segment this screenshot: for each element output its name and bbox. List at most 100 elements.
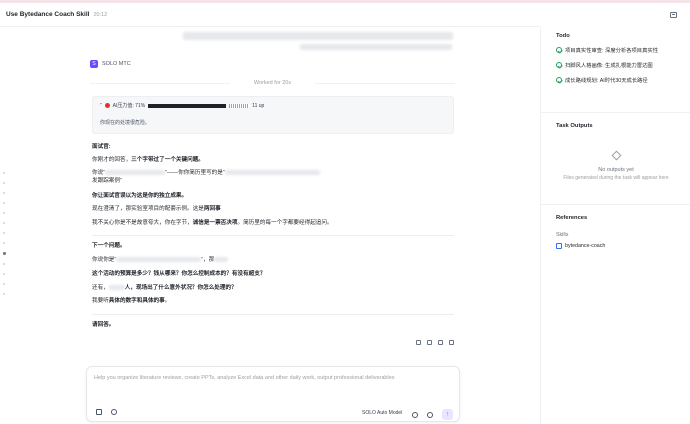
paragraph: 你刚才的回答，三个字带过了一个关键问题。	[92, 157, 454, 164]
text: ”——你你简历里写的是“	[165, 170, 225, 176]
divider	[541, 204, 690, 205]
todo-label: 成长路线规划: AI时代30天成长路径	[565, 78, 648, 84]
send-button[interactable]: ↑	[442, 409, 453, 420]
page-title: Use Bytedance Coach Skill	[6, 11, 90, 18]
paragraph: 你说你是“ ”，那	[92, 257, 454, 264]
quote-mark: “	[100, 102, 102, 109]
nav-dot[interactable]	[3, 273, 5, 275]
pressure-delta: 11 up	[252, 102, 265, 109]
skill-name[interactable]: bytedance-coach	[565, 243, 605, 249]
message-actions	[416, 340, 454, 345]
nav-dot[interactable]	[3, 172, 5, 174]
image-icon[interactable]	[96, 409, 102, 415]
more-icon[interactable]	[449, 340, 454, 345]
status-card: “ AI压力值: 71% 11 up 你现在的处境很危险。	[92, 96, 454, 134]
no-outputs-title: No outputs yet	[598, 167, 634, 173]
timestamp: 20:12	[93, 11, 108, 18]
text: 。简历里的每一个字都要经得起追问。	[237, 220, 333, 226]
book-icon	[556, 243, 562, 249]
text-bold: 两回事	[203, 206, 221, 212]
text-bold: 具体的数字和具体的事	[108, 298, 165, 304]
divider	[92, 235, 454, 236]
nav-dot[interactable]	[3, 182, 5, 184]
model-selector[interactable]: SOLO Auto Model	[362, 410, 402, 416]
microphone-icon[interactable]	[427, 411, 433, 418]
nav-dot[interactable]	[3, 283, 5, 285]
redacted-text	[224, 170, 320, 176]
check-circle-icon	[556, 47, 562, 53]
nav-dot[interactable]	[3, 242, 5, 244]
references-heading: References	[556, 215, 588, 221]
text: 。	[164, 298, 171, 304]
text: 你说“	[92, 170, 106, 176]
composer-left-tools	[96, 409, 117, 415]
text: 我不关心你是不是故意夸大，你在字节，	[92, 220, 193, 226]
red-dot-icon	[104, 103, 110, 108]
paragraph: 现在澄清了，那实验室项目的配套示例。这是两回事	[92, 206, 454, 213]
redacted-user-message	[300, 44, 452, 50]
nav-dot[interactable]	[3, 293, 5, 295]
redacted-text	[105, 170, 166, 176]
redacted-text	[116, 257, 202, 263]
no-outputs-placeholder: No outputs yet Files generated during th…	[556, 150, 676, 181]
pressure-bar-empty	[229, 103, 250, 108]
sidebar-toggle-icon[interactable]	[670, 12, 677, 18]
text: 我要听	[92, 298, 109, 304]
pressure-line: “ AI压力值: 71% 11 up	[100, 102, 446, 110]
copy-icon[interactable]	[438, 340, 443, 345]
agent-name: SOLO MTC	[102, 61, 131, 67]
answer-prompt: 请回答。	[92, 322, 115, 328]
todo-item: 扫脚风人格画像: 生成扎根能力雷达图	[556, 61, 658, 69]
next-question-heading: 下一个问题。	[92, 243, 126, 249]
text: 还有，	[92, 285, 109, 291]
nav-dot[interactable]	[3, 192, 5, 194]
text: ”，那	[201, 257, 215, 263]
chat-composer[interactable]: Help you organize literature reviews, cr…	[86, 366, 460, 422]
task-outputs-heading: Task Outputs	[556, 123, 593, 129]
nav-dot[interactable]	[3, 263, 5, 265]
paragraph: 我要听具体的数字和具体的事。	[92, 298, 454, 305]
redacted-user-message	[183, 32, 453, 40]
nav-dot[interactable]	[3, 212, 5, 214]
thumbs-up-icon[interactable]	[416, 340, 421, 345]
references-section: References Skills bytedance-coach	[556, 215, 605, 249]
todo-item: 项目真实性审查: 深度分析各项目真实性	[556, 46, 658, 54]
skills-label: Skills	[556, 232, 569, 238]
at-mention-icon[interactable]	[412, 411, 418, 418]
check-circle-icon	[556, 77, 562, 83]
composer-input[interactable]: Help you organize literature reviews, cr…	[94, 375, 395, 381]
text: 你刚才的回答，	[92, 157, 132, 163]
skill-item[interactable]: bytedance-coach	[556, 243, 605, 249]
text: 现在澄清了，那实验室项目的配套示例。这是	[92, 206, 204, 212]
paragraph: 你让面试官误以为这是你的独立成果。	[92, 193, 188, 199]
nav-dot-active[interactable]	[3, 252, 6, 255]
text-bold: 诚信是一票否决项	[192, 220, 238, 226]
todo-item: 成长路线规划: AI时代30天成长路径	[556, 76, 658, 84]
nav-dot[interactable]	[3, 232, 5, 234]
text-bold: 人，现场出了什么意外状况？你怎么处理的？	[124, 285, 237, 291]
text: 你说你是“	[92, 257, 117, 263]
redacted-text	[108, 285, 125, 291]
thumbs-down-icon[interactable]	[427, 340, 432, 345]
nav-dot[interactable]	[3, 222, 5, 224]
check-circle-icon	[556, 62, 562, 68]
pressure-bar-filled	[148, 103, 227, 108]
paragraph: 我不关心你是不是故意夸大，你在字节，诚信是一票否决项。简历里的每一个字都要经得起…	[92, 220, 454, 227]
todo-section: Todo 项目真实性审查: 深度分析各项目真实性 扫脚风人格画像: 生成扎根能力…	[556, 33, 658, 84]
paragraph: 还有， 人，现场出了什么意外状况？你怎么处理的？	[92, 285, 454, 292]
nav-dot[interactable]	[3, 202, 5, 204]
message-navigator	[3, 172, 7, 303]
todo-label: 项目真实性审查: 深度分析各项目真实性	[565, 48, 658, 54]
header: Use Bytedance Coach Skill 20:12	[0, 3, 540, 27]
paragraph: 你说“ ”——你你简历里写的是“	[92, 170, 454, 177]
composer-right-tools: ↑	[412, 409, 453, 420]
attach-icon[interactable]	[111, 409, 117, 415]
agent-logo: S	[90, 60, 98, 68]
todo-label: 扫脚风人格画像: 生成扎根能力雷达图	[565, 63, 653, 69]
worked-for-label[interactable]: Worked for 20s	[90, 80, 455, 86]
todo-heading: Todo	[556, 33, 570, 39]
divider	[541, 112, 690, 113]
status-message: 你现在的处境很危险。	[100, 120, 151, 126]
panel-divider	[540, 27, 541, 424]
pressure-label: AI压力值: 71%	[112, 103, 146, 109]
